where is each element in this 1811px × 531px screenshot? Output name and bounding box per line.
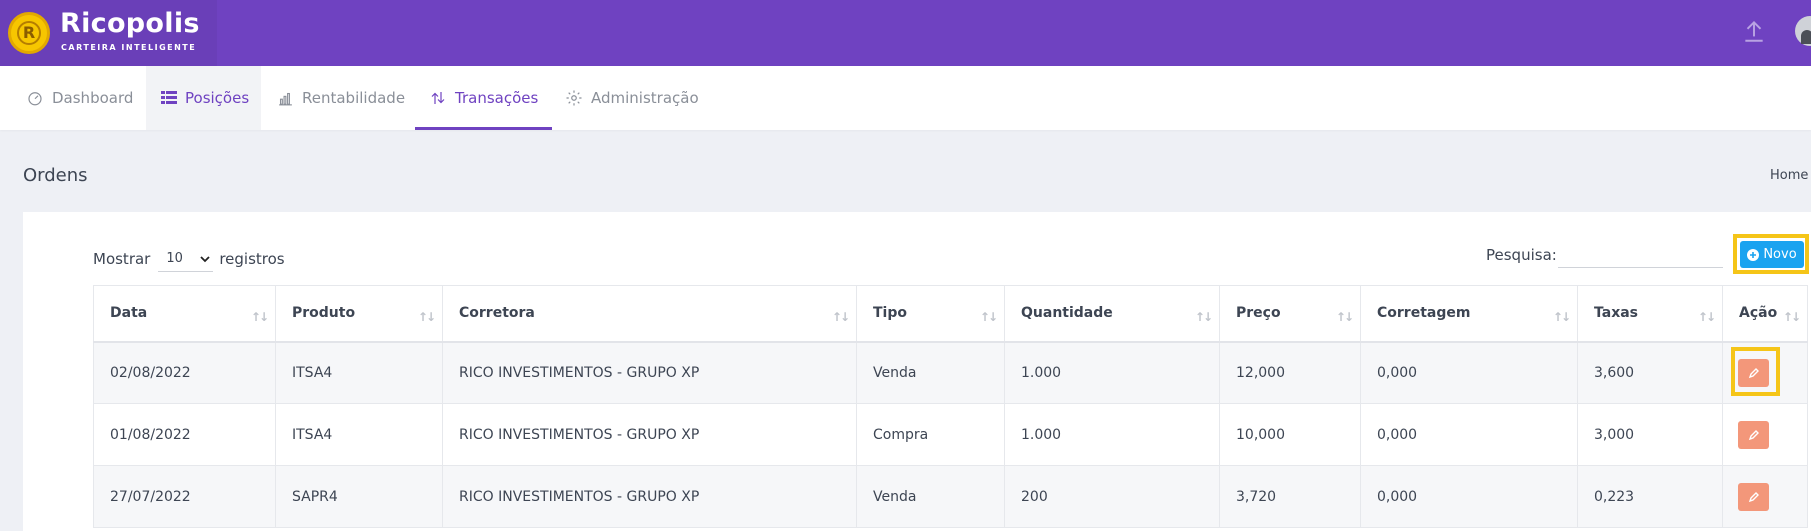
orders-table: Data ↑↓ Produto ↑↓ Corretora ↑↓ Tipo ↑↓ Quan… bbox=[93, 285, 1808, 528]
pencil-icon bbox=[1748, 429, 1759, 440]
bar-chart-icon bbox=[279, 92, 292, 105]
col-data[interactable]: Data ↑↓ bbox=[93, 285, 276, 343]
pencil-icon bbox=[1748, 491, 1759, 502]
chevron-down-icon bbox=[200, 256, 210, 263]
col-produto[interactable]: Produto ↑↓ bbox=[275, 285, 443, 343]
table-row: 02/08/2022 ITSA4 RICO INVESTIMENTOS - GR… bbox=[93, 341, 1808, 404]
col-tipo[interactable]: Tipo ↑↓ bbox=[856, 285, 1005, 343]
brand-subtitle: CARTEIRA INTELIGENTE bbox=[61, 43, 197, 52]
col-corretora[interactable]: Corretora ↑↓ bbox=[442, 285, 857, 343]
tab-transacoes[interactable]: Transações bbox=[429, 66, 538, 130]
main-nav: Dashboard Posições Rentabilidade Transaç… bbox=[0, 66, 1811, 130]
sort-icon: ↑↓ bbox=[1697, 310, 1716, 324]
page-length-control: Mostrar 10 registros bbox=[93, 246, 285, 272]
sort-icon: ↑↓ bbox=[1335, 310, 1354, 324]
tab-dashboard[interactable]: Dashboard bbox=[26, 66, 133, 130]
active-tab-indicator bbox=[415, 127, 552, 130]
table-row: 27/07/2022 SAPR4 RICO INVESTIMENTOS - GR… bbox=[93, 465, 1808, 528]
table-header-row: Data ↑↓ Produto ↑↓ Corretora ↑↓ Tipo ↑↓ Quan… bbox=[93, 285, 1808, 343]
sort-icon: ↑↓ bbox=[250, 310, 269, 324]
edit-button[interactable] bbox=[1738, 420, 1769, 449]
breadcrumb-home[interactable]: Home bbox=[1770, 168, 1808, 183]
col-preco[interactable]: Preço ↑↓ bbox=[1219, 285, 1361, 343]
search-input[interactable] bbox=[1558, 240, 1723, 268]
speedometer-icon bbox=[28, 92, 42, 106]
records-label: registros bbox=[219, 250, 285, 268]
logo-icon: R bbox=[8, 12, 50, 54]
sort-icon: ↑↓ bbox=[1552, 310, 1571, 324]
sort-icon: ↑↓ bbox=[1782, 310, 1801, 324]
page-title: Ordens bbox=[23, 165, 88, 186]
plus-circle-icon bbox=[1747, 248, 1760, 261]
edit-button[interactable] bbox=[1738, 358, 1769, 387]
upload-icon[interactable] bbox=[1741, 18, 1767, 44]
col-corretagem[interactable]: Corretagem ↑↓ bbox=[1360, 285, 1578, 343]
col-taxas[interactable]: Taxas ↑↓ bbox=[1577, 285, 1723, 343]
col-acao[interactable]: Ação ↑↓ bbox=[1722, 285, 1808, 343]
avatar[interactable] bbox=[1795, 16, 1811, 46]
tab-posicoes[interactable]: Posições bbox=[146, 66, 261, 130]
add-order-button[interactable]: Novo bbox=[1740, 241, 1804, 268]
edit-button[interactable] bbox=[1738, 482, 1769, 511]
pencil-icon bbox=[1748, 367, 1759, 378]
col-quantidade[interactable]: Quantidade ↑↓ bbox=[1004, 285, 1220, 343]
show-label: Mostrar bbox=[93, 250, 151, 268]
swap-arrows-icon bbox=[431, 92, 445, 104]
top-header: R Ricopolis CARTEIRA INTELIGENTE bbox=[0, 0, 1811, 66]
search-label: Pesquisa: bbox=[1486, 246, 1557, 264]
brand-title: Ricopolis bbox=[60, 8, 200, 39]
sort-icon: ↑↓ bbox=[979, 310, 998, 324]
grid-icon bbox=[161, 91, 177, 104]
tab-rentabilidade[interactable]: Rentabilidade bbox=[277, 66, 405, 130]
sort-icon: ↑↓ bbox=[1194, 310, 1213, 324]
brand[interactable]: R Ricopolis CARTEIRA INTELIGENTE bbox=[0, 0, 217, 66]
table-row: 01/08/2022 ITSA4 RICO INVESTIMENTOS - GR… bbox=[93, 403, 1808, 466]
sort-icon: ↑↓ bbox=[831, 310, 850, 324]
gear-icon bbox=[566, 90, 582, 106]
sort-icon: ↑↓ bbox=[417, 310, 436, 324]
tab-administracao[interactable]: Administração bbox=[565, 66, 699, 130]
page-length-select[interactable]: 10 bbox=[158, 246, 214, 272]
